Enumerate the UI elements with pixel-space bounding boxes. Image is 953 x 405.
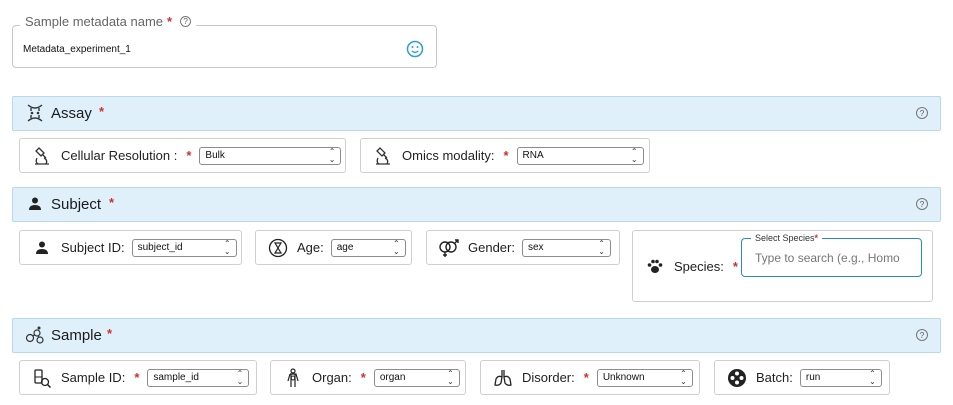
field-label: Age: [297, 240, 324, 255]
field-subject-id: Subject ID: subject_id ⌃ ⌄ [19, 230, 242, 265]
section-title-subject: Subject [51, 196, 102, 213]
chevron-updown-icon: ⌃ ⌄ [223, 238, 231, 256]
chevron-updown-icon: ⌃ ⌄ [236, 368, 244, 386]
chevron-updown-icon: ⌃ ⌄ [393, 238, 400, 256]
field-batch: Batch: run ⌃ ⌄ [714, 360, 890, 395]
field-sample-id: Sample ID: * sample_id ⌃ ⌄ [19, 360, 257, 395]
chevron-updown-icon: ⌃ ⌄ [630, 146, 638, 164]
select-value: subject_id [137, 242, 183, 253]
metadata-name-value: Metadata_experiment_1 [23, 44, 131, 55]
field-disorder: Disorder: * Unknown ⌃ ⌄ [480, 360, 700, 395]
species-input-placeholder: Type to search (e.g., Homo [755, 251, 900, 265]
required-mark: * [167, 14, 173, 29]
batch-select[interactable]: run ⌃ ⌄ [799, 368, 882, 387]
field-label: Sample ID: [61, 370, 126, 385]
field-label: Subject ID: [61, 240, 125, 255]
section-header-sample[interactable]: Sample * ? [12, 318, 941, 353]
chevron-updown-icon: ⌃ ⌄ [680, 368, 687, 386]
select-value: sample_id [153, 372, 199, 383]
molecules-icon [25, 325, 45, 345]
smiley-face-icon [406, 40, 424, 63]
required-mark: * [503, 148, 509, 163]
select-value: age [336, 242, 354, 253]
section-title-assay: Assay [51, 105, 92, 122]
required-mark: * [732, 258, 738, 274]
field-omics-modality: Omics modality: * RNA ⌃ ⌄ [360, 138, 650, 173]
field-label: Organ: [312, 370, 352, 385]
person-icon [31, 237, 53, 259]
microscope-icon [372, 145, 394, 167]
field-label: Cellular Resolution : [61, 148, 178, 163]
select-value: RNA [522, 150, 544, 161]
species-input-legend: Select Species* [751, 233, 823, 243]
gender-select[interactable]: sex ⌃ ⌄ [521, 238, 611, 257]
help-icon[interactable]: ? [916, 329, 928, 341]
section-title-sample: Sample [51, 327, 102, 344]
required-mark: * [583, 370, 589, 385]
select-value: sex [527, 242, 544, 253]
metadata-name-label: Sample metadata name [25, 14, 164, 29]
species-legend-label: Select Species [755, 233, 815, 243]
field-label: Omics modality: [402, 148, 495, 163]
field-cellular-resolution: Cellular Resolution : * Bulk ⌃ ⌄ [19, 138, 346, 173]
required-mark: * [107, 326, 113, 341]
omics-modality-select[interactable]: RNA ⌃ ⌄ [516, 146, 644, 165]
lungs-icon [492, 367, 514, 389]
field-label: Species: [674, 258, 724, 274]
chevron-updown-icon: ⌃ ⌄ [447, 368, 454, 386]
select-value: Unknown [602, 372, 645, 383]
section-header-subject[interactable]: Subject * ? [12, 187, 941, 222]
required-mark: * [99, 104, 105, 119]
field-age: Age: age ⌃ ⌄ [255, 230, 412, 265]
field-organ: Organ: * organ ⌃ ⌄ [270, 360, 466, 395]
help-icon[interactable]: ? [916, 107, 928, 119]
sample-id-select[interactable]: sample_id ⌃ ⌄ [147, 368, 250, 387]
required-mark: * [186, 148, 192, 163]
microscope-icon [31, 145, 53, 167]
test-tube-icon [31, 367, 53, 389]
metadata-name-legend: Sample metadata name * ? [20, 14, 197, 29]
hourglass-icon [267, 237, 289, 259]
person-icon [25, 194, 45, 214]
paw-icon [644, 255, 666, 277]
batch-dots-icon [726, 367, 748, 389]
gender-icon [438, 237, 460, 259]
help-icon[interactable]: ? [916, 198, 928, 210]
disorder-select[interactable]: Unknown ⌃ ⌄ [596, 368, 693, 387]
cellular-resolution-select[interactable]: Bulk ⌃ ⌄ [199, 146, 342, 165]
required-mark: * [360, 370, 366, 385]
select-value: Bulk [205, 150, 225, 161]
select-value: organ [379, 372, 406, 383]
chevron-updown-icon: ⌃ ⌄ [328, 146, 336, 164]
section-header-assay[interactable]: Assay * ? [12, 96, 941, 131]
body-organ-icon [282, 367, 304, 389]
help-icon[interactable]: ? [180, 16, 192, 27]
subject-id-select[interactable]: subject_id ⌃ ⌄ [131, 238, 237, 257]
chevron-updown-icon: ⌃ ⌄ [598, 238, 605, 256]
field-label: Gender: [468, 240, 515, 255]
field-gender: Gender: sex ⌃ ⌄ [426, 230, 620, 265]
required-mark: * [134, 370, 140, 385]
age-select[interactable]: age ⌃ ⌄ [330, 238, 406, 257]
select-value: run [805, 372, 821, 383]
field-label: Batch: [756, 370, 793, 385]
required-mark: * [814, 233, 819, 243]
required-mark: * [109, 195, 115, 210]
field-label: Disorder: [522, 370, 575, 385]
chevron-updown-icon: ⌃ ⌄ [869, 368, 876, 386]
dna-icon [25, 103, 45, 123]
organ-select[interactable]: organ ⌃ ⌄ [373, 368, 460, 387]
